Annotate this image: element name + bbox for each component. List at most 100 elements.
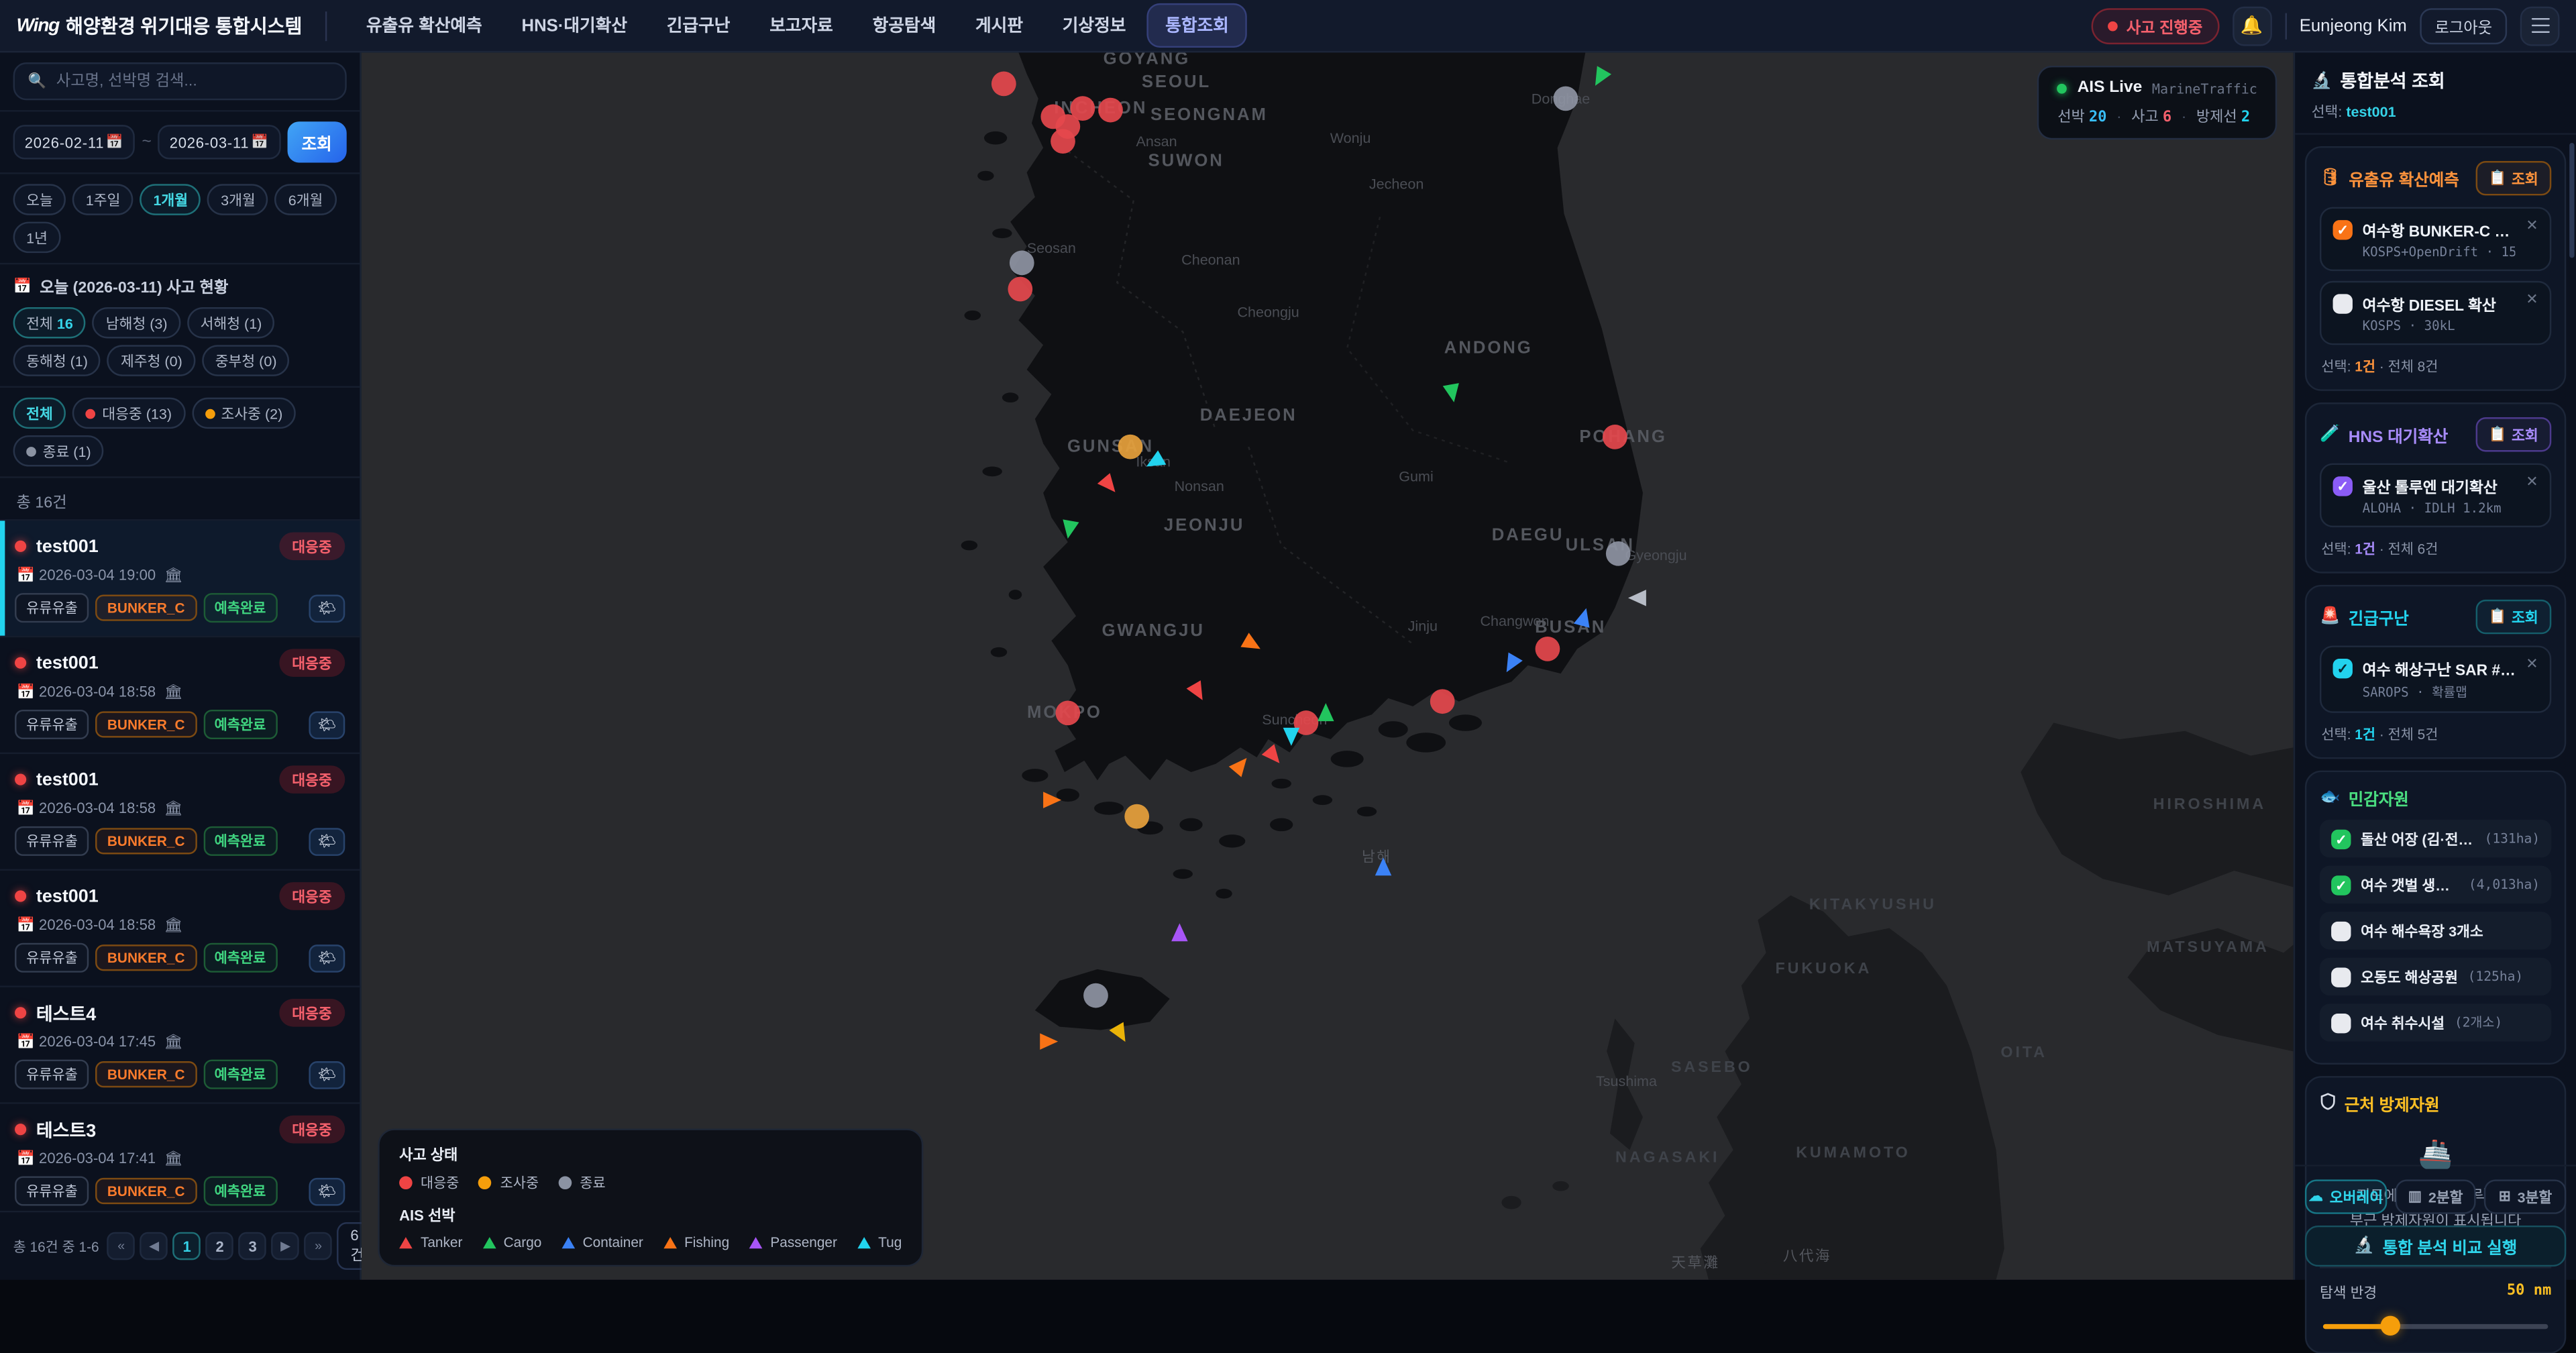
incident-card[interactable]: test001대응중📅 2026-03-04 18:58🏛유류유출BUNKER_… <box>0 636 360 753</box>
menu-button[interactable] <box>2520 6 2560 46</box>
date-query-button[interactable]: 조회 <box>287 121 347 162</box>
close-icon[interactable]: ✕ <box>2526 219 2538 233</box>
ais-ship-marker[interactable] <box>1587 64 1613 91</box>
quick-range-chip[interactable]: 1주일 <box>72 184 133 215</box>
radius-slider[interactable] <box>2323 1315 2548 1335</box>
prev-page-button[interactable]: ◀ <box>140 1232 168 1260</box>
close-icon[interactable]: ✕ <box>2526 292 2538 307</box>
map-canvas[interactable]: GOYANGSEOULINCHEONSEONGNAMAnsanSUWONWonj… <box>362 52 2294 1279</box>
ais-ship-marker[interactable] <box>1625 585 1651 611</box>
date-from-input[interactable]: 2026-02-11 📅 <box>13 125 136 159</box>
incident-marker[interactable] <box>1606 541 1631 566</box>
search-box[interactable]: 🔍 <box>13 62 347 100</box>
incident-marker[interactable] <box>991 72 1016 97</box>
nav-item-6[interactable]: 게시판 <box>959 5 1040 46</box>
view-mode-2[interactable]: ▥2분할 <box>2395 1179 2477 1213</box>
weather-button[interactable]: 🌤 <box>309 944 345 972</box>
nav-item-1[interactable]: 유출유 확산예측 <box>350 5 498 46</box>
ais-ship-marker[interactable] <box>1167 920 1193 946</box>
incident-marker[interactable] <box>1430 689 1455 714</box>
panel-scrollbar[interactable] <box>2569 143 2574 258</box>
incident-card[interactable]: test001대응중📅 2026-03-04 18:58🏛유류유출BUNKER_… <box>0 869 360 986</box>
ais-ship-marker[interactable] <box>1035 1028 1061 1054</box>
resource-item[interactable]: 여수 해수욕장 3개소 <box>2320 912 2551 949</box>
region-chip[interactable]: 서해청 (1) <box>187 307 275 339</box>
incident-inprogress-badge[interactable]: 사고 진행중 <box>2092 7 2218 44</box>
weather-button[interactable]: 🌤 <box>309 827 345 855</box>
analysis-item[interactable]: ✓여수항 BUNKER-C 확산KOSPS+OpenDrift · 150kL✕ <box>2320 207 2551 272</box>
resource-checkbox[interactable]: ✓ <box>2331 875 2351 895</box>
region-chip[interactable]: 전체 16 <box>13 307 87 339</box>
resource-checkbox[interactable] <box>2331 922 2351 941</box>
page-button-1[interactable]: 1 <box>173 1232 201 1260</box>
quick-range-chip[interactable]: 오늘 <box>13 184 66 215</box>
ais-ship-marker[interactable] <box>1057 516 1083 542</box>
incident-marker[interactable] <box>1603 425 1627 449</box>
incident-marker[interactable] <box>1010 250 1034 275</box>
ais-ship-marker[interactable] <box>1108 1020 1134 1046</box>
close-icon[interactable]: ✕ <box>2526 657 2538 672</box>
quick-range-chip[interactable]: 1개월 <box>140 184 201 215</box>
incident-marker[interactable] <box>1536 637 1560 661</box>
query-button[interactable]: 📋조회 <box>2475 161 2551 195</box>
view-mode-1[interactable]: ☁오버레이 <box>2305 1179 2387 1213</box>
status-chip[interactable]: 종료 (1) <box>13 435 105 467</box>
resource-checkbox[interactable] <box>2331 967 2351 987</box>
nav-item-8[interactable]: 통합조회 <box>1149 5 1246 46</box>
ais-ship-marker[interactable] <box>1570 604 1597 631</box>
ais-ship-marker[interactable] <box>1142 449 1168 475</box>
item-checkbox[interactable]: ✓ <box>2333 659 2353 678</box>
search-input[interactable] <box>56 72 332 91</box>
ais-ship-marker[interactable] <box>1260 743 1286 769</box>
page-button-3[interactable]: 3 <box>239 1232 267 1260</box>
item-checkbox[interactable] <box>2333 294 2353 313</box>
incident-card[interactable]: test001대응중📅 2026-03-04 18:58🏛유류유출BUNKER_… <box>0 753 360 869</box>
resource-item[interactable]: ✓돌산 어장 (김·전복)(131ha) <box>2320 820 2551 857</box>
ais-ship-marker[interactable] <box>1227 753 1253 779</box>
page-button-2[interactable]: 2 <box>206 1232 234 1260</box>
quick-range-chip[interactable]: 6개월 <box>275 184 336 215</box>
next-page-button[interactable]: ▶ <box>272 1232 300 1260</box>
nav-item-2[interactable]: HNS·대기확산 <box>505 5 643 46</box>
incident-marker[interactable] <box>1083 983 1108 1008</box>
incident-marker[interactable] <box>1071 96 1095 121</box>
resource-item[interactable]: 오동도 해상공원(125ha) <box>2320 958 2551 995</box>
analysis-item[interactable]: ✓울산 톨루엔 대기확산ALOHA · IDLH 1.2km✕ <box>2320 464 2551 528</box>
incident-marker[interactable] <box>1554 87 1578 111</box>
weather-button[interactable]: 🌤 <box>309 1177 345 1205</box>
ais-ship-marker[interactable] <box>1498 651 1524 677</box>
item-checkbox[interactable]: ✓ <box>2333 220 2353 239</box>
run-analysis-button[interactable]: 🔬 통합 분석 비교 실행 <box>2305 1226 2566 1266</box>
ais-ship-marker[interactable] <box>1095 472 1122 498</box>
date-to-input[interactable]: 2026-03-11 📅 <box>158 125 280 159</box>
incident-marker[interactable] <box>1051 129 1075 154</box>
ais-ship-marker[interactable] <box>1185 678 1211 704</box>
analysis-item[interactable]: 여수항 DIESEL 확산KOSPS · 30kL✕ <box>2320 281 2551 345</box>
status-chip[interactable]: 전체 <box>13 398 66 429</box>
close-icon[interactable]: ✕ <box>2526 475 2538 490</box>
incident-marker[interactable] <box>1098 98 1123 123</box>
weather-button[interactable]: 🌤 <box>309 594 345 622</box>
first-page-button[interactable]: « <box>107 1232 136 1260</box>
region-chip[interactable]: 제주청 (0) <box>107 345 195 376</box>
slider-thumb[interactable] <box>2381 1315 2400 1335</box>
nav-item-5[interactable]: 항공탐색 <box>856 5 953 46</box>
ais-ship-marker[interactable] <box>1239 631 1265 657</box>
nav-item-4[interactable]: 보고자료 <box>753 5 850 46</box>
resource-item[interactable]: 여수 취수시설(2개소) <box>2320 1004 2551 1041</box>
item-checkbox[interactable]: ✓ <box>2333 476 2353 496</box>
incident-card[interactable]: test001대응중📅 2026-03-04 19:00🏛유류유출BUNKER_… <box>0 519 360 636</box>
incident-marker[interactable] <box>1124 804 1149 829</box>
incident-card[interactable]: 테스트4대응중📅 2026-03-04 17:45🏛유류유출BUNKER_C예측… <box>0 985 360 1102</box>
status-chip[interactable]: 조사중 (2) <box>191 398 295 429</box>
incident-marker[interactable] <box>1008 277 1032 302</box>
query-button[interactable]: 📋조회 <box>2475 417 2551 451</box>
weather-button[interactable]: 🌤 <box>309 710 345 739</box>
logout-button[interactable]: 로그아웃 <box>2420 7 2507 44</box>
status-chip[interactable]: 대응중 (13) <box>72 398 184 429</box>
nav-item-7[interactable]: 기상정보 <box>1046 5 1142 46</box>
incident-marker[interactable] <box>1055 700 1080 725</box>
region-chip[interactable]: 중부청 (0) <box>202 345 290 376</box>
analysis-item[interactable]: ✓여수 해상구난 SAR #12SAROPS · 확률맵✕ <box>2320 645 2551 712</box>
ais-ship-marker[interactable] <box>1038 787 1065 813</box>
